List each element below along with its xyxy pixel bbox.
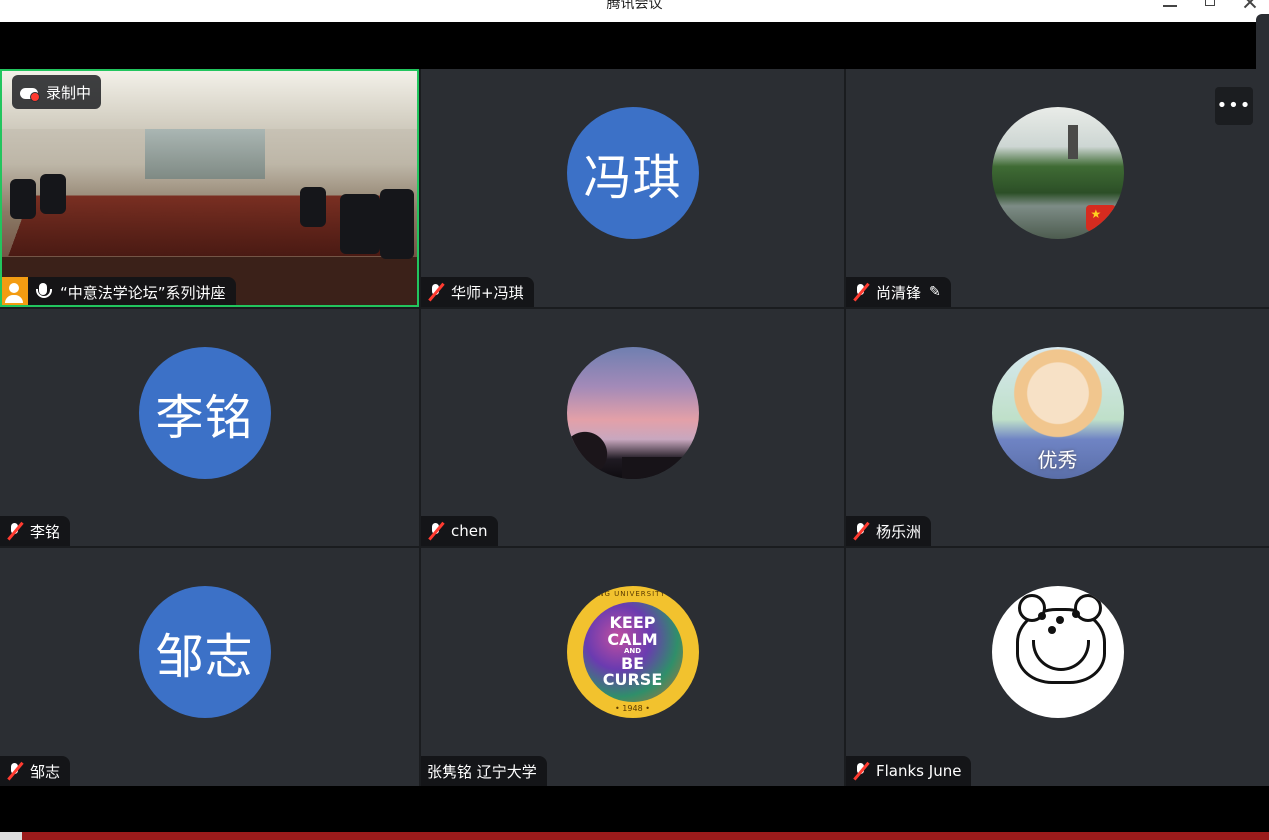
microphone-muted-icon [852, 522, 870, 540]
badge-text: CURSE [603, 672, 663, 689]
participant-name-tag: 尚清锋 ✎ [846, 277, 951, 307]
participant-name: 张隽铭 辽宁大学 [427, 761, 537, 782]
participant-name-tag: 邹志 [0, 756, 70, 786]
participant-tile[interactable]: Flanks June [846, 548, 1269, 786]
participant-name-tag: chen [421, 516, 498, 546]
participant-avatar: 邹志 [139, 586, 271, 718]
maximize-icon[interactable] [1196, 0, 1226, 22]
minimize-icon[interactable] [1155, 0, 1185, 22]
participant-name: Flanks June [876, 762, 961, 780]
participant-avatar: LIAONING UNIVERSITY CHINA KEEP CALM AND … [567, 586, 699, 718]
participant-name: 李铭 [30, 521, 60, 542]
participant-tile[interactable]: ••• 尚清锋 ✎ [846, 69, 1269, 307]
window-title: 腾讯会议 [0, 0, 1269, 14]
os-taskbar [0, 832, 1269, 840]
participant-avatar: 冯琪 [567, 107, 699, 239]
title-bar: 腾讯会议 [0, 0, 1269, 22]
bottom-bar [0, 786, 1269, 832]
participant-name-tag: 杨乐洲 [846, 516, 931, 546]
participant-name: 尚清锋 [876, 282, 921, 303]
microphone-muted-icon [6, 762, 24, 780]
pencil-icon: ✎ [929, 284, 941, 300]
badge-text: CALM [607, 632, 657, 649]
cloud-recording-icon [18, 84, 40, 100]
participant-avatar: 李铭 [139, 347, 271, 479]
microphone-muted-icon [852, 762, 870, 780]
participant-avatar [567, 347, 699, 479]
avatar-caption: 优秀 [992, 444, 1124, 473]
participant-name-tag: 李铭 [0, 516, 70, 546]
badge-text: KEEP [610, 615, 656, 632]
flag-icon [1086, 205, 1116, 231]
participant-name: 杨乐洲 [876, 521, 921, 542]
participant-name: chen [451, 522, 488, 540]
microphone-muted-icon [6, 522, 24, 540]
participant-tile[interactable]: 冯琪 华师+冯琪 [421, 69, 844, 307]
badge-year: • 1948 • [567, 704, 699, 713]
participant-tile[interactable]: chen [421, 309, 844, 546]
recording-indicator[interactable]: 录制中 [12, 75, 101, 109]
participant-tile[interactable]: LIAONING UNIVERSITY CHINA KEEP CALM AND … [421, 548, 844, 786]
participant-avatar: 优秀 [992, 347, 1124, 479]
participant-name-tag: 华师+冯琪 [421, 277, 534, 307]
participant-name: 华师+冯琪 [451, 282, 524, 303]
video-grid: 录制中 “中意法学论坛”系列讲座 冯琪 华师+冯琪 ••• 尚清锋 ✎ 李铭 [0, 69, 1269, 786]
badge-arc-text: LIAONING UNIVERSITY CHINA [567, 590, 699, 598]
participant-tile[interactable]: 李铭 李铭 [0, 309, 419, 546]
pagoda-icon [1068, 125, 1078, 159]
host-icon [0, 277, 28, 307]
microphone-muted-icon [852, 283, 870, 301]
recording-label: 录制中 [46, 82, 91, 103]
microphone-muted-icon [427, 522, 445, 540]
participant-name: “中意法学论坛”系列讲座 [60, 282, 226, 303]
more-options-button[interactable]: ••• [1215, 87, 1253, 125]
participant-name-tag: “中意法学论坛”系列讲座 [28, 277, 236, 307]
microphone-muted-icon [427, 283, 445, 301]
participant-tile[interactable]: 邹志 邹志 [0, 548, 419, 786]
participant-name-tag: 张隽铭 辽宁大学 [421, 756, 547, 786]
participant-avatar [992, 586, 1124, 718]
participant-name-tag: Flanks June [846, 756, 971, 786]
video-tile-conference-room[interactable]: 录制中 “中意法学论坛”系列讲座 [0, 69, 419, 307]
participant-name: 邹志 [30, 761, 60, 782]
microphone-icon [34, 282, 52, 302]
participant-tile[interactable]: 优秀 杨乐洲 [846, 309, 1269, 546]
participant-avatar [992, 107, 1124, 239]
